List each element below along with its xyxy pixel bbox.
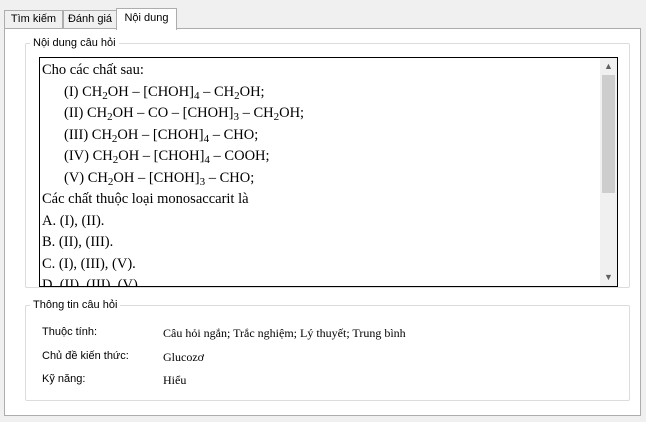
info-label: Chủ đề kiến thức:: [42, 350, 129, 362]
answer-option-a: A. (I), (II).: [42, 212, 105, 229]
scroll-down-icon[interactable]: ▼: [600, 269, 617, 286]
scroll-up-icon[interactable]: ▲: [600, 58, 617, 75]
tab-evaluation[interactable]: Đánh giá: [63, 10, 117, 29]
question-item: (V) CH2OH – [CHOH]3 – CHO;: [64, 169, 255, 188]
tab-search[interactable]: Tìm kiếm: [4, 10, 63, 29]
info-label: Kỹ năng:: [42, 373, 86, 385]
question-item: (II) CH2OH – CO – [CHOH]3 – CH2OH;: [64, 105, 305, 123]
question-item: (III) CH2OH – [CHOH]4 – CHO;: [64, 126, 259, 145]
content-group: Nội dung câu hỏi Cho các chất sau: (I) C…: [25, 37, 630, 288]
tab-content[interactable]: Nội dung: [116, 8, 177, 30]
tab-panel: Nội dung câu hỏi Cho các chất sau: (I) C…: [4, 28, 641, 416]
info-row-topic: Chủ đề kiến thức: Glucozơ: [42, 350, 204, 364]
info-row-skill: Kỹ năng: Hiểu: [42, 373, 186, 387]
info-value: Glucozơ: [163, 350, 204, 364]
answer-option-b: B. (II), (III).: [42, 234, 114, 250]
scroll-thumb[interactable]: [602, 75, 615, 193]
answer-option-c: C. (I), (III), (V).: [42, 255, 136, 272]
question-prompt: Các chất thuộc loại monosaccarit là: [42, 191, 249, 207]
vertical-scrollbar[interactable]: ▲ ▼: [600, 58, 617, 286]
question-item: (IV) CH2OH – [CHOH]4 – COOH;: [64, 148, 270, 166]
info-label: Thuộc tính:: [42, 326, 98, 338]
info-value: Hiểu: [163, 373, 187, 387]
info-group-title: Thông tin câu hỏi: [33, 299, 118, 311]
question-content-box[interactable]: Cho các chất sau: (I) CH2OH – [CHOH]4 – …: [39, 57, 618, 287]
info-group: Thông tin câu hỏi Thuộc tính: Câu hỏi ng…: [25, 299, 630, 401]
question-text: Cho các chất sau: (I) CH2OH – [CHOH]4 – …: [40, 58, 600, 287]
answer-option-d: D. (II), (III), (V).: [42, 277, 142, 287]
info-value: Câu hỏi ngắn; Trắc nghiệm; Lý thuyết; Tr…: [163, 326, 406, 340]
question-item: (I) CH2OH – [CHOH]4 – CH2OH;: [64, 83, 265, 102]
info-row-attributes: Thuộc tính: Câu hỏi ngắn; Trắc nghiệm; L…: [42, 326, 406, 340]
content-group-title: Nội dung câu hỏi: [33, 37, 116, 49]
question-intro: Cho các chất sau:: [42, 62, 144, 78]
